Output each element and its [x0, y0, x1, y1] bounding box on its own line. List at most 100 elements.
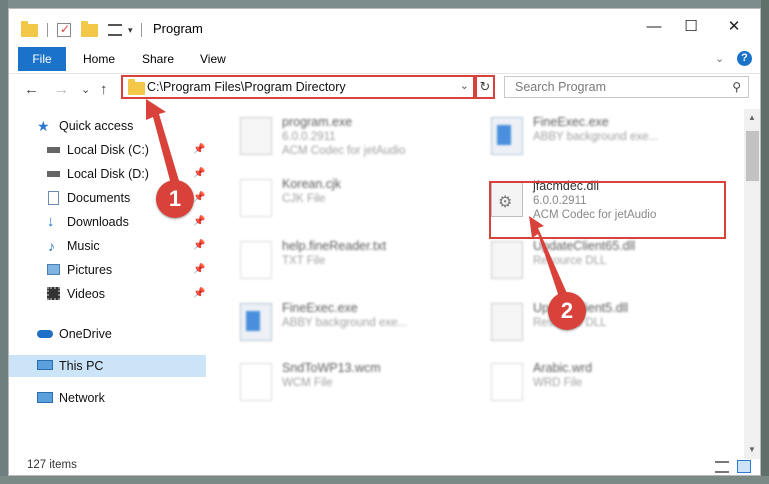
- network-icon: [37, 392, 53, 403]
- file-name: FineExec.exe: [282, 301, 358, 315]
- file-icon: [240, 363, 272, 401]
- sidebar-item-videos[interactable]: Videos 📌: [9, 283, 206, 305]
- sidebar-item-music[interactable]: ♪ Music 📌: [9, 235, 206, 257]
- file-detail: ACM Codec for jetAudio: [282, 145, 406, 157]
- music-icon: ♪: [48, 238, 55, 254]
- sidebar-item-quick-access[interactable]: ★ Quick access: [9, 115, 206, 137]
- file-tile[interactable]: help.fineReader.txt TXT File: [226, 237, 466, 283]
- scroll-up-icon[interactable]: ▲: [748, 113, 756, 122]
- pictures-icon: [47, 264, 60, 275]
- up-button[interactable]: ↑: [100, 81, 108, 98]
- refresh-button[interactable]: ↻: [475, 75, 495, 99]
- sidebar-item-label: Local Disk (C:): [67, 143, 149, 157]
- help-icon[interactable]: ?: [737, 51, 752, 66]
- step-1-badge: 1: [156, 180, 194, 218]
- file-detail: ABBY background exe...: [533, 131, 659, 143]
- documents-icon: [48, 191, 59, 205]
- file-icon: [240, 179, 272, 217]
- tab-home[interactable]: Home: [83, 47, 115, 71]
- file-detail: 6.0.0.2911: [282, 131, 336, 143]
- search-placeholder: Search Program: [515, 80, 607, 94]
- file-detail: WCM File: [282, 377, 333, 389]
- file-tile[interactable]: Korean.cjk CJK File: [226, 175, 466, 221]
- address-bar[interactable]: C:\Program Files\Program Directory ⌄: [121, 75, 475, 99]
- sidebar-item-label: Local Disk (D:): [67, 167, 149, 181]
- file-tile[interactable]: UpdateClient65.dll Resource DLL: [477, 237, 717, 283]
- file-detail: Resource DLL: [533, 255, 607, 267]
- pin-icon[interactable]: 📌: [193, 259, 205, 281]
- file-highlight-box: [489, 181, 726, 239]
- forward-button[interactable]: →: [54, 81, 69, 98]
- file-tile[interactable]: program.exe 6.0.0.2911 ACM Codec for jet…: [226, 113, 466, 159]
- file-name: help.fineReader.txt: [282, 239, 387, 253]
- tab-share[interactable]: Share: [142, 47, 174, 71]
- file-icon: [491, 363, 523, 401]
- minimize-button[interactable]: —: [639, 17, 669, 37]
- desktop-background-bottom: [0, 476, 769, 484]
- separator: [140, 23, 142, 37]
- sidebar-item-this-pc[interactable]: This PC: [9, 355, 206, 377]
- file-tile[interactable]: FineExec.exe ABBY background exe...: [226, 299, 466, 345]
- folder-icon[interactable]: [21, 20, 38, 37]
- file-name: SndToWP13.wcm: [282, 361, 381, 375]
- file-tile[interactable]: Arabic.wrd WRD File: [477, 359, 717, 405]
- tab-file[interactable]: File: [18, 47, 66, 71]
- dll-gear-icon: [491, 303, 523, 341]
- back-button[interactable]: ←: [24, 81, 39, 98]
- sidebar-item-label: Videos: [67, 287, 105, 301]
- cloud-icon: [37, 330, 53, 338]
- pin-icon[interactable]: 📌: [193, 187, 205, 209]
- tab-view[interactable]: View: [200, 47, 226, 71]
- scroll-down-icon[interactable]: ▼: [748, 445, 756, 454]
- file-tile[interactable]: SndToWP13.wcm WCM File: [226, 359, 466, 405]
- close-button[interactable]: ✕: [719, 17, 749, 37]
- file-name: Arabic.wrd: [533, 361, 593, 375]
- quick-access-dropdown-icon[interactable]: ▾: [128, 25, 133, 36]
- file-icon: [240, 241, 272, 279]
- title-bar: ✓ ▾ Program — ☐ ✕: [9, 9, 760, 47]
- setup-icon: [240, 117, 272, 155]
- star-icon: ★: [37, 118, 50, 134]
- expand-ribbon-icon[interactable]: ⌄: [715, 52, 724, 65]
- separator: [47, 23, 48, 37]
- large-icons-view-icon[interactable]: [737, 460, 751, 473]
- scrollbar-thumb[interactable]: [746, 131, 759, 181]
- status-bar: 127 items: [9, 457, 760, 475]
- pin-icon[interactable]: 📌: [193, 211, 205, 233]
- sidebar-item-label: This PC: [59, 359, 104, 373]
- sidebar-item-network[interactable]: Network: [9, 387, 206, 409]
- recent-locations-button[interactable]: ⌄: [81, 83, 90, 96]
- pin-icon[interactable]: 📌: [193, 163, 205, 185]
- sidebar-item-label: Music: [67, 239, 100, 253]
- pin-icon[interactable]: 📌: [193, 283, 205, 305]
- vertical-scrollbar[interactable]: ▲ ▼: [744, 109, 760, 459]
- app-window-icon: [240, 303, 272, 341]
- file-detail: ABBY background exe...: [282, 317, 408, 329]
- sidebar-item-onedrive[interactable]: OneDrive: [9, 323, 206, 345]
- folder-icon: [128, 79, 145, 95]
- sidebar-item-label: Documents: [67, 191, 131, 205]
- new-folder-icon[interactable]: [81, 20, 98, 37]
- sidebar-item-pictures[interactable]: Pictures 📌: [9, 259, 206, 281]
- pin-icon[interactable]: 📌: [193, 139, 205, 161]
- file-detail: CJK File: [282, 193, 326, 205]
- file-tile[interactable]: FineExec.exe ABBY background exe...: [477, 113, 717, 159]
- properties-icon[interactable]: ✓: [57, 22, 71, 37]
- customize-icon[interactable]: [108, 24, 122, 36]
- search-icon: ⚲: [732, 80, 741, 94]
- address-dropdown-icon[interactable]: ⌄: [460, 79, 469, 92]
- details-view-icon[interactable]: [715, 461, 729, 473]
- file-name: Korean.cjk: [282, 177, 342, 191]
- sidebar-item-local-disk-c[interactable]: Local Disk (C:) 📌: [9, 139, 206, 161]
- search-input[interactable]: Search Program ⚲: [504, 76, 749, 98]
- file-name: program.exe: [282, 115, 353, 129]
- maximize-button[interactable]: ☐: [676, 17, 706, 37]
- drive-icon: [47, 147, 60, 153]
- file-tile[interactable]: UpdateClient5.dll Resource DLL: [477, 299, 717, 345]
- address-path[interactable]: C:\Program Files\Program Directory: [147, 80, 346, 94]
- downloads-icon: ↓: [47, 213, 55, 230]
- sidebar-item-label: OneDrive: [59, 327, 112, 341]
- sidebar-item-label: Network: [59, 391, 105, 405]
- pin-icon[interactable]: 📌: [193, 235, 205, 257]
- dll-gear-icon: [491, 241, 523, 279]
